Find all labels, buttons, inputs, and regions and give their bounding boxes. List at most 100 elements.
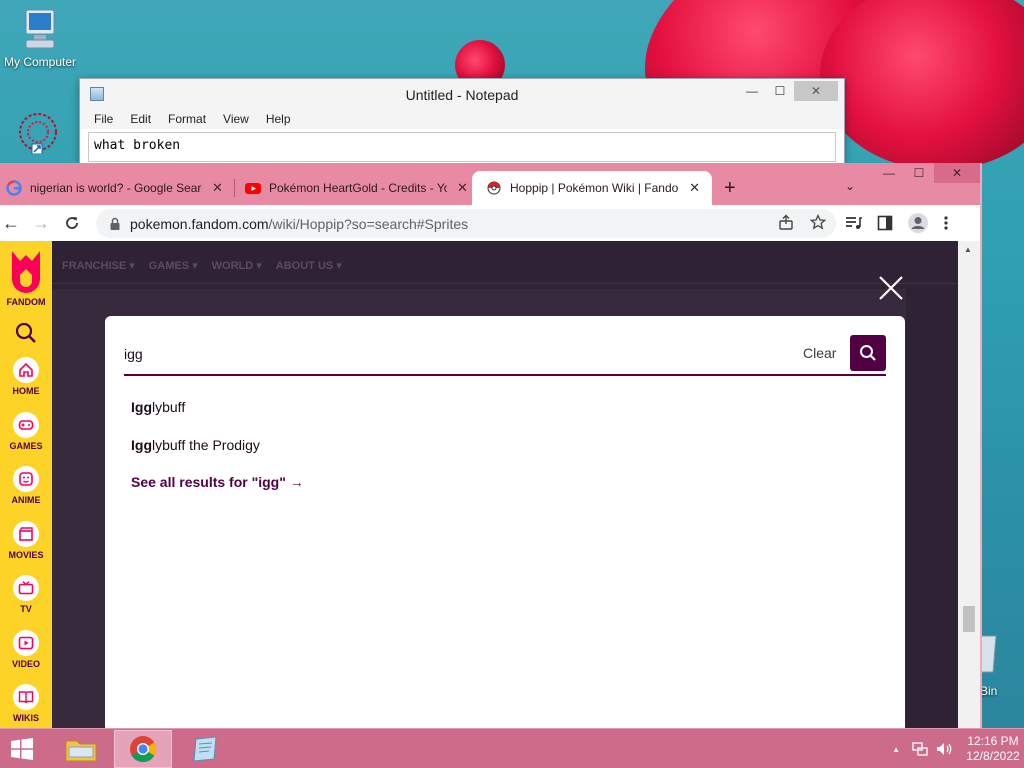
- tab-separator: [234, 179, 235, 197]
- search-submit-button[interactable]: [850, 335, 886, 371]
- chrome-window[interactable]: nigerian is world? - Google Search ✕ Pok…: [0, 163, 982, 728]
- chrome-close-button[interactable]: ✕: [934, 163, 980, 183]
- play-icon: [18, 636, 34, 650]
- desktop-icon-my-computer[interactable]: My Computer: [0, 8, 80, 69]
- search-suggestion[interactable]: Igglybuff the Prodigy: [131, 437, 260, 453]
- tab-close-icon[interactable]: ✕: [689, 180, 700, 196]
- rail-label: VIDEO: [11, 659, 40, 669]
- tab-google-search[interactable]: nigerian is world? - Google Search ✕: [6, 171, 223, 205]
- notepad-minimize-button[interactable]: —: [738, 81, 766, 101]
- profile-avatar-icon[interactable]: [907, 212, 929, 234]
- notepad-menu-view[interactable]: View: [223, 112, 249, 126]
- notepad-menu-file[interactable]: File: [94, 112, 113, 126]
- scrollbar-thumb[interactable]: [963, 606, 975, 632]
- windows-logo-icon: [11, 738, 33, 760]
- rail-movies[interactable]: MOVIES: [0, 521, 52, 560]
- search-field-row: Clear: [124, 335, 886, 376]
- media-queue-icon[interactable]: [845, 215, 863, 231]
- url-text[interactable]: pokemon.fandom.com/wiki/Hoppip?so=search…: [130, 216, 468, 232]
- lock-icon[interactable]: [108, 217, 122, 231]
- rail-tv[interactable]: TV: [0, 575, 52, 614]
- rail-games[interactable]: GAMES: [0, 412, 52, 451]
- chrome-minimize-button[interactable]: —: [874, 163, 904, 183]
- notepad-title: Untitled - Notepad: [405, 87, 519, 103]
- tray-show-hidden-icon[interactable]: ▲: [892, 745, 900, 754]
- start-button[interactable]: [4, 733, 40, 765]
- page-scrollbar[interactable]: ▲: [958, 241, 980, 728]
- bookmark-star-icon[interactable]: [810, 214, 826, 230]
- taskbar-chrome[interactable]: [114, 730, 172, 768]
- network-icon[interactable]: [912, 741, 928, 757]
- kebab-menu-icon[interactable]: [943, 215, 949, 231]
- nav-franchise[interactable]: FRANCHISE ▾: [62, 259, 135, 272]
- tab-title: Hoppip | Pokémon Wiki | Fandom: [510, 181, 680, 195]
- search-input[interactable]: [124, 343, 724, 365]
- fandom-search-button[interactable]: [0, 321, 52, 347]
- page-viewport: FRANCHISE ▾ GAMES ▾ WORLD ▾ ABOUT US ▾ F…: [0, 241, 958, 728]
- recycle-bin-label: Bin: [980, 684, 998, 698]
- side-panel-icon[interactable]: [877, 215, 893, 231]
- fandom-wiki-nav: FRANCHISE ▾ GAMES ▾ WORLD ▾ ABOUT US ▾: [62, 259, 342, 272]
- forward-arrow-icon[interactable]: →: [32, 213, 50, 234]
- tab-search-dropdown-icon[interactable]: ⌄: [845, 179, 855, 193]
- notepad-menu-edit[interactable]: Edit: [130, 112, 151, 126]
- suggestion-rest: lybuff the Prodigy: [152, 437, 260, 453]
- suggestion-rest: lybuff: [152, 399, 186, 415]
- rail-anime[interactable]: ANIME: [0, 466, 52, 505]
- rail-video[interactable]: VIDEO: [0, 630, 52, 669]
- tab-close-icon[interactable]: ✕: [457, 180, 468, 196]
- taskbar-clock[interactable]: 12:16 PM 12/8/2022: [962, 734, 1024, 764]
- clock-date: 12/8/2022: [966, 749, 1020, 763]
- nav-games[interactable]: GAMES ▾: [149, 259, 198, 272]
- tab-hoppip-fandom[interactable]: Hoppip | Pokémon Wiki | Fandom ✕: [472, 171, 712, 205]
- tab-strip: nigerian is world? - Google Search ✕ Pok…: [0, 163, 980, 205]
- anime-face-icon: [19, 472, 33, 486]
- chrome-maximize-button[interactable]: ☐: [904, 163, 934, 183]
- notepad-maximize-button[interactable]: ☐: [766, 81, 794, 101]
- tv-icon: [18, 581, 34, 595]
- home-icon: [19, 362, 33, 377]
- taskbar: ▲ 12:16 PM 12/8/2022: [0, 728, 1024, 768]
- pokeball-icon: [487, 181, 501, 195]
- taskbar-file-explorer[interactable]: [52, 730, 110, 768]
- rail-label: MOVIES: [8, 550, 44, 560]
- nav-world[interactable]: WORLD ▾: [212, 259, 262, 272]
- tab-close-icon[interactable]: ✕: [212, 180, 223, 196]
- see-all-results-link[interactable]: See all results for "igg" →: [131, 474, 304, 490]
- notepad-menu-format[interactable]: Format: [168, 112, 206, 126]
- new-tab-button[interactable]: +: [724, 177, 736, 200]
- rail-home[interactable]: HOME: [0, 357, 52, 396]
- rail-label: ANIME: [11, 495, 41, 505]
- scroll-up-arrow-icon[interactable]: ▲: [964, 245, 972, 254]
- search-overlay-close-icon[interactable]: [876, 273, 906, 303]
- chrome-icon: [130, 736, 157, 763]
- desktop-icon-shortcut[interactable]: [0, 110, 76, 157]
- nav-about[interactable]: ABOUT US ▾: [276, 259, 342, 272]
- taskbar-notepad[interactable]: [176, 730, 234, 768]
- notepad-window[interactable]: Untitled - Notepad — ☐ ✕ File Edit Forma…: [79, 78, 845, 164]
- notepad-titlebar[interactable]: Untitled - Notepad — ☐ ✕: [80, 79, 844, 109]
- volume-icon[interactable]: [936, 741, 954, 757]
- system-tray: ▲ 12:16 PM 12/8/2022: [892, 729, 1024, 768]
- search-clear-button[interactable]: Clear: [803, 345, 836, 361]
- search-suggestion[interactable]: Igglybuff: [131, 399, 185, 415]
- address-bar[interactable]: pokemon.fandom.com/wiki/Hoppip?so=search…: [96, 209, 836, 238]
- gamepad-icon: [18, 420, 34, 430]
- tab-youtube[interactable]: Pokémon HeartGold - Credits - YouTube ✕: [245, 171, 468, 205]
- notepad-menu-help[interactable]: Help: [266, 112, 291, 126]
- back-arrow-icon[interactable]: ←: [2, 213, 20, 234]
- search-icon: [860, 345, 876, 361]
- tab-title: nigerian is world? - Google Search: [30, 181, 202, 195]
- browser-toolbar: ← → pokemon.fandom.com/wiki/Hoppip?so=se…: [0, 205, 980, 241]
- fandom-global-nav: FANDOM HOME GAMES ANIME MOVIES TV VIDEO …: [0, 241, 52, 728]
- url-path: /wiki/Hoppip?so=search#Sprites: [268, 215, 469, 232]
- share-icon[interactable]: [778, 214, 794, 230]
- reload-icon[interactable]: [64, 215, 80, 231]
- rail-label: HOME: [12, 386, 40, 396]
- suggestion-match: Igg: [131, 437, 152, 453]
- notepad-text-area[interactable]: what broken: [88, 132, 836, 162]
- fandom-logo[interactable]: FANDOM: [0, 249, 52, 307]
- rail-wikis[interactable]: WIKIS: [0, 684, 52, 723]
- rail-label: GAMES: [9, 441, 43, 451]
- notepad-close-button[interactable]: ✕: [794, 81, 838, 101]
